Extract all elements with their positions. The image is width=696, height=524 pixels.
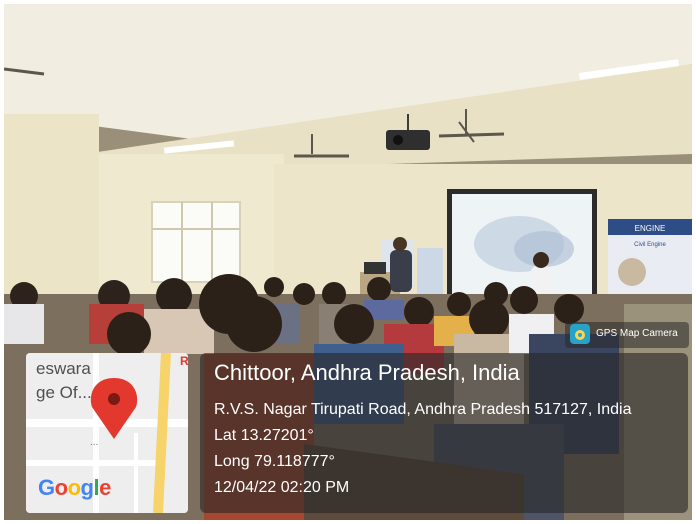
poster	[417, 248, 443, 300]
map-thumbnail: eswara ge Of... ... Google	[26, 353, 188, 513]
laptop	[364, 262, 386, 274]
brand-name: GPS Map Camera	[596, 328, 678, 339]
google-logo: Google	[38, 475, 111, 500]
projector	[386, 130, 430, 150]
gps-map-camera-icon	[570, 324, 590, 344]
map-label-line2: ge Of...	[36, 383, 92, 402]
photo-frame: ENGINE Civil Engine Chittoor, Andhra Pra…	[4, 4, 692, 520]
banner-line2: Civil Engine	[634, 242, 666, 248]
map-dots: ...	[90, 437, 99, 448]
speaker-person	[390, 250, 412, 292]
map-edge-label: R	[180, 354, 189, 368]
location-address: R.V.S. Nagar Tirupati Road, Andhra Prade…	[214, 401, 632, 418]
location-city: Chittoor, Andhra Pradesh, India	[214, 360, 520, 385]
map-label-line1: eswara	[36, 359, 91, 378]
banner-line1: ENGINE	[635, 224, 666, 233]
timestamp-text: 12/04/22 02:20 PM	[214, 479, 350, 496]
longitude-text: Long 79.118777°	[214, 453, 335, 470]
window	[151, 201, 241, 283]
latitude-text: Lat 13.27201°	[214, 427, 314, 444]
